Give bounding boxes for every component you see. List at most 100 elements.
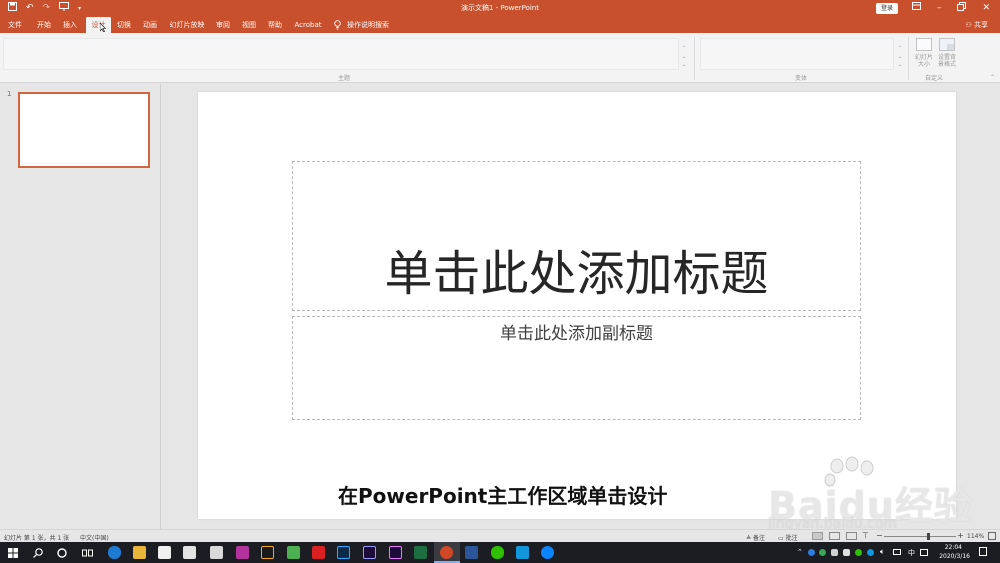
variants-scroll-down-icon[interactable]: ⌄ — [896, 53, 904, 61]
variants-more-icon[interactable]: ⌄ — [896, 61, 904, 69]
variants-scroll-up-icon[interactable]: ⌃ — [896, 45, 904, 53]
photoshop-icon[interactable] — [337, 546, 350, 559]
premiere-icon[interactable] — [389, 546, 402, 559]
tab-transitions[interactable]: 切换 — [114, 17, 134, 33]
windows-taskbar: ⌃ 🔈︎ 中 22:04 2020/3/16 — [0, 542, 1000, 563]
volume-icon[interactable]: 🔈︎ — [880, 547, 885, 557]
ribbon-separator — [908, 37, 909, 80]
slide-size-button[interactable]: 幻灯片 大小 — [914, 36, 934, 72]
excel-icon[interactable] — [414, 546, 427, 559]
tab-home[interactable]: 开始 — [33, 17, 55, 33]
ribbon-separator — [694, 37, 695, 80]
slide-size-icon — [916, 38, 932, 51]
edge-browser-icon[interactable] — [108, 546, 121, 559]
tab-animations[interactable]: 动画 — [140, 17, 160, 33]
tray-icon-5[interactable] — [867, 549, 874, 556]
comments-button[interactable]: ▭ 批注 — [778, 533, 798, 542]
zoom-level[interactable]: 114% — [967, 533, 984, 540]
ribbon-display-options-icon[interactable] — [911, 2, 921, 16]
notification-icon[interactable] — [979, 547, 987, 556]
ime-icon[interactable]: 中 — [908, 548, 915, 558]
app-icon-q[interactable] — [541, 546, 554, 559]
reading-view-icon[interactable] — [846, 532, 857, 540]
show-hidden-icons[interactable]: ⌃ — [797, 548, 803, 556]
tell-me-label: 操作说明搜索 — [347, 21, 389, 29]
minimize-icon[interactable]: – — [937, 2, 942, 16]
file-explorer-icon[interactable] — [133, 546, 146, 559]
search-icon[interactable] — [33, 548, 43, 558]
close-icon[interactable]: ✕ — [982, 2, 990, 16]
collapse-ribbon-icon[interactable]: ⌃ — [990, 74, 995, 81]
task-view-icon[interactable] — [82, 548, 93, 558]
mail-icon[interactable] — [183, 546, 196, 559]
tab-insert[interactable]: 插入 — [60, 17, 80, 33]
person-icon: ⚇ — [965, 21, 972, 29]
variants-group-label: 变体 — [795, 75, 808, 82]
gallery-more-icon[interactable]: ⌄ — [680, 61, 688, 69]
tray-icon-4[interactable] — [843, 549, 850, 556]
tab-slideshow[interactable]: 幻灯片放映 — [168, 17, 206, 33]
tab-view[interactable]: 视图 — [239, 17, 259, 33]
ribbon-tabs: 文件 开始 插入 设计 切换 动画 幻灯片放映 审阅 视图 帮助 Acrobat… — [0, 17, 1000, 33]
variants-scroll[interactable]: ⌃ ⌄ ⌄ — [896, 45, 904, 69]
status-bar: 幻灯片 第 1 张，共 1 张 中文(中国) ≙ 备注 ▭ 批注 ⊤ − + 1… — [0, 529, 1000, 542]
slide-count: 幻灯片 第 1 张，共 1 张 — [4, 535, 70, 542]
subtitle-placeholder[interactable]: 单击此处添加副标题 — [292, 316, 861, 420]
photo-app-icon[interactable] — [236, 546, 249, 559]
themes-gallery[interactable] — [3, 38, 679, 70]
ribbon: ⌃ ⌄ ⌄ 主题 ⌃ ⌄ ⌄ 变体 幻灯片 大小 设置背 景格式 自定义 ⌃ — [0, 33, 1000, 83]
pen-app-icon[interactable] — [261, 546, 274, 559]
gallery-scroll[interactable]: ⌃ ⌄ ⌄ — [680, 45, 688, 69]
tell-me-search[interactable]: 操作说明搜索 — [331, 17, 393, 33]
fit-to-window-icon[interactable] — [988, 532, 996, 540]
share-button[interactable]: ⚇ 共享 — [965, 17, 988, 33]
tray-icon-3[interactable] — [831, 549, 838, 556]
clock-date[interactable]: 2020/3/16 — [925, 553, 970, 560]
wechat-icon[interactable] — [491, 546, 504, 559]
tab-review[interactable]: 审阅 — [213, 17, 233, 33]
slide-number: 1 — [7, 90, 12, 98]
powerpoint-taskbar-button[interactable] — [434, 542, 460, 563]
slideshow-view-icon[interactable]: ⊤ — [862, 531, 869, 540]
zoom-out-icon[interactable]: − — [876, 531, 883, 540]
tab-acrobat[interactable]: Acrobat — [292, 17, 324, 33]
zoom-in-icon[interactable]: + — [957, 531, 964, 540]
normal-view-icon[interactable] — [812, 532, 823, 540]
format-background-label: 设置背 景格式 — [937, 54, 956, 68]
word-icon[interactable] — [465, 546, 478, 559]
network-icon[interactable] — [893, 549, 901, 555]
after-effects-icon[interactable] — [363, 546, 376, 559]
notes-button[interactable]: ≙ 备注 — [746, 533, 765, 542]
tab-design[interactable]: 设计 — [86, 17, 111, 33]
cortana-icon[interactable] — [57, 548, 67, 558]
format-background-icon — [939, 38, 955, 51]
login-button[interactable]: 登录 — [876, 3, 898, 14]
notes-icon: ≙ — [746, 535, 752, 542]
title-placeholder[interactable]: 单击此处添加标题 — [292, 161, 861, 311]
tray-icon-1[interactable] — [808, 549, 815, 556]
tray-wechat-icon[interactable] — [855, 549, 862, 556]
slide-sorter-icon[interactable] — [829, 532, 840, 540]
store-icon[interactable] — [158, 546, 171, 559]
format-background-button[interactable]: 设置背 景格式 — [936, 36, 958, 72]
tray-icon-2[interactable] — [819, 549, 826, 556]
colorful-app-icon[interactable] — [287, 546, 300, 559]
tab-help[interactable]: 帮助 — [265, 17, 285, 33]
slide-thumbnail[interactable] — [18, 92, 150, 168]
slide-canvas[interactable]: 单击此处添加标题 单击此处添加副标题 — [198, 92, 956, 519]
windows-start-icon[interactable] — [8, 548, 18, 558]
variants-gallery[interactable] — [700, 38, 894, 70]
acrobat-icon[interactable] — [312, 546, 325, 559]
zoom-slider-thumb[interactable] — [927, 533, 930, 540]
restore-icon[interactable] — [957, 2, 967, 16]
subtitle-placeholder-text: 单击此处添加副标题 — [500, 324, 653, 344]
zoom-slider[interactable] — [884, 536, 956, 537]
language-indicator[interactable]: 中文(中国) — [80, 533, 109, 542]
camera-app-icon[interactable] — [210, 546, 223, 559]
scroll-down-icon[interactable]: ⌄ — [680, 53, 688, 61]
clock-time[interactable]: 22:04 — [932, 544, 962, 551]
tab-file[interactable]: 文件 — [5, 17, 25, 33]
share-label: 共享 — [974, 21, 988, 29]
app-icon-blue[interactable] — [516, 546, 529, 559]
scroll-up-icon[interactable]: ⌃ — [680, 45, 688, 53]
